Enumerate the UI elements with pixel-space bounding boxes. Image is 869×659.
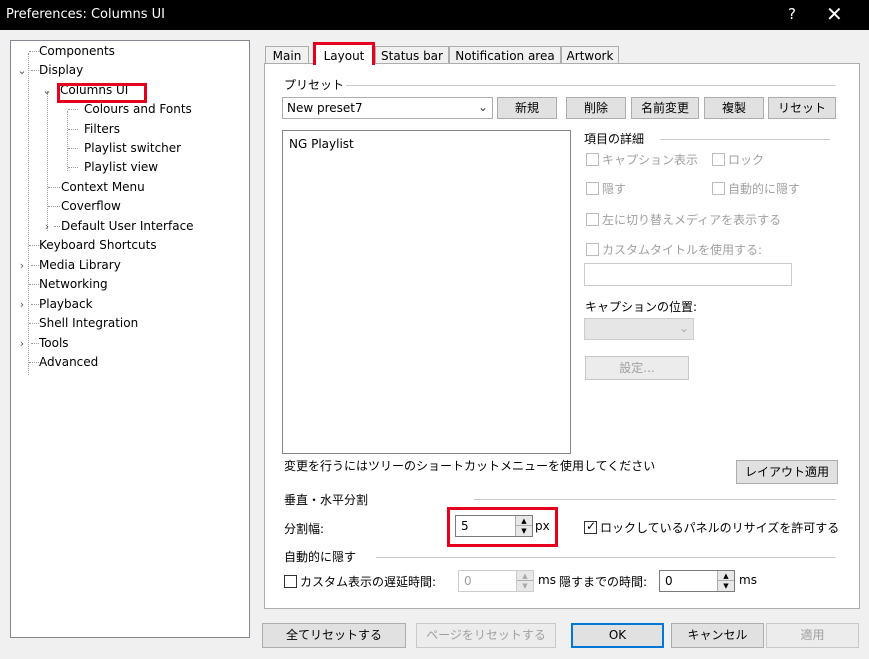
show-toggle-left-checkbox[interactable] bbox=[586, 213, 599, 226]
ok-button[interactable]: OK bbox=[571, 623, 664, 648]
list-item[interactable]: NG Playlist bbox=[289, 137, 354, 151]
close-button[interactable]: ✕ bbox=[826, 2, 843, 26]
show-toggle-left-label: 左に切り替えメディアを表示する bbox=[602, 213, 782, 227]
tree-item-label: Default User Interface bbox=[61, 219, 194, 233]
tree-item-label: Playback bbox=[39, 297, 93, 311]
hide-checkbox[interactable] bbox=[586, 182, 599, 195]
chevron-down-icon[interactable]: ⌄ bbox=[42, 81, 52, 100]
cancel-button[interactable]: キャンセル bbox=[671, 623, 764, 648]
tree-item-label: Media Library bbox=[39, 258, 121, 272]
use-custom-title-checkbox[interactable] bbox=[586, 243, 599, 256]
custom-delay-value: 0 bbox=[464, 574, 472, 588]
preferences-tree[interactable]: Components ⌄ Display ⌄ Columns UI Colour… bbox=[10, 40, 250, 638]
new-preset-button[interactable]: 新規 bbox=[497, 97, 557, 119]
reset-preset-button[interactable]: リセット bbox=[768, 97, 836, 119]
tree-item-label: Advanced bbox=[39, 355, 99, 369]
show-caption-checkbox[interactable] bbox=[586, 153, 599, 166]
auto-hide-label: 自動的に隠す bbox=[728, 182, 801, 196]
hide-label: 隠す bbox=[602, 182, 627, 196]
splitter-width-input[interactable]: 5 ▲ ▼ bbox=[455, 515, 533, 537]
allow-resize-locked-checkbox[interactable]: ✓ bbox=[584, 519, 597, 534]
chevron-down-icon: ⌄ bbox=[477, 100, 488, 114]
allow-resize-locked-label: ロックしているパネルのリサイズを許可する bbox=[600, 521, 840, 535]
spin-up-icon[interactable]: ▲ bbox=[718, 571, 734, 581]
splitter-group-label: 垂直・水平分割 bbox=[284, 493, 369, 507]
title-bar: Preferences: Columns UI ? ✕ bbox=[0, 0, 869, 30]
delete-preset-button[interactable]: 削除 bbox=[566, 97, 626, 119]
copy-preset-button[interactable]: 複製 bbox=[704, 97, 764, 119]
tree-item-label: Tools bbox=[39, 336, 69, 350]
tree-item-label: Playlist view bbox=[84, 160, 159, 174]
use-custom-title-label: カスタムタイトルを使用する: bbox=[602, 243, 763, 257]
tree-item-label: Filters bbox=[84, 122, 120, 136]
custom-delay-input[interactable]: 0 ▲ ▼ bbox=[458, 570, 534, 592]
caption-position-select[interactable]: ⌄ bbox=[584, 318, 694, 340]
hide-time-value: 0 bbox=[665, 574, 673, 588]
lock-label: ロック bbox=[728, 153, 765, 167]
spin-down-icon[interactable]: ▼ bbox=[517, 581, 533, 591]
tab-layout[interactable]: Layout bbox=[313, 42, 375, 65]
hide-time-input[interactable]: 0 ▲ ▼ bbox=[659, 570, 735, 592]
apply-layout-button[interactable]: レイアウト適用 bbox=[736, 460, 838, 484]
tree-item-label: Context Menu bbox=[61, 180, 145, 194]
tree-item-label: Colours and Fonts bbox=[84, 102, 192, 116]
tree-item-label: Keyboard Shortcuts bbox=[39, 238, 157, 252]
tree-item-label: Shell Integration bbox=[39, 316, 139, 330]
caption-position-label: キャプションの位置: bbox=[585, 300, 698, 314]
splitter-width-label: 分割幅: bbox=[284, 522, 325, 536]
splitter-width-value: 5 bbox=[461, 519, 469, 533]
px-unit-label: px bbox=[535, 519, 550, 533]
chevron-right-icon[interactable]: › bbox=[17, 256, 27, 275]
splitter-width-spinner[interactable]: ▲ ▼ bbox=[515, 516, 532, 536]
tree-item-label: Display bbox=[39, 63, 84, 77]
help-button[interactable]: ? bbox=[788, 5, 796, 23]
custom-title-input[interactable] bbox=[584, 263, 792, 286]
chevron-down-icon[interactable]: ⌄ bbox=[17, 61, 27, 80]
preset-select[interactable]: New preset7 ⌄ bbox=[282, 97, 493, 119]
show-caption-label: キャプション表示 bbox=[602, 153, 699, 167]
ms-unit-label-2: ms bbox=[739, 573, 757, 587]
chevron-right-icon[interactable]: › bbox=[42, 217, 52, 236]
checkmark-icon: ✓ bbox=[586, 519, 597, 533]
settings-button[interactable]: 設定... bbox=[585, 356, 689, 380]
reset-all-button[interactable]: 全てリセットする bbox=[262, 623, 406, 648]
hide-time-spinner[interactable]: ▲ ▼ bbox=[717, 571, 734, 591]
lock-checkbox[interactable] bbox=[712, 153, 725, 166]
tree-item-label: Components bbox=[39, 44, 115, 58]
layout-tree-list[interactable]: NG Playlist bbox=[282, 130, 571, 454]
chevron-down-icon: ⌄ bbox=[678, 321, 689, 335]
preset-group-label: プリセット bbox=[284, 78, 345, 92]
rename-preset-button[interactable]: 名前変更 bbox=[631, 97, 699, 119]
ms-unit-label: ms bbox=[538, 573, 556, 587]
chevron-right-icon[interactable]: › bbox=[17, 295, 27, 314]
custom-delay-label: カスタム表示の遅延時間: bbox=[300, 575, 437, 589]
layout-hint-text: 変更を行うにはツリーのショートカットメニューを使用してください bbox=[284, 459, 656, 473]
hide-time-label: 隠すまでの時間: bbox=[559, 575, 648, 589]
apply-button[interactable]: 適用 bbox=[766, 623, 859, 648]
spin-up-icon[interactable]: ▲ bbox=[517, 571, 533, 581]
window-title: Preferences: Columns UI bbox=[6, 7, 166, 22]
auto-hide-checkbox[interactable] bbox=[712, 182, 725, 195]
preset-select-value: New preset7 bbox=[287, 101, 363, 115]
chevron-right-icon[interactable]: › bbox=[17, 334, 27, 353]
spin-down-icon[interactable]: ▼ bbox=[718, 581, 734, 591]
item-details-group-label: 項目の詳細 bbox=[584, 132, 645, 146]
autohide-group-label: 自動的に隠す bbox=[284, 550, 357, 564]
spin-down-icon[interactable]: ▼ bbox=[516, 526, 532, 536]
spin-up-icon[interactable]: ▲ bbox=[516, 516, 532, 526]
tree-item-label: Playlist switcher bbox=[84, 141, 182, 155]
reset-page-button[interactable]: ページをリセットする bbox=[416, 623, 556, 648]
tree-item-label: Networking bbox=[39, 277, 108, 291]
tree-item-label: Coverflow bbox=[61, 199, 121, 213]
custom-delay-spinner[interactable]: ▲ ▼ bbox=[516, 571, 533, 591]
custom-delay-checkbox[interactable] bbox=[284, 575, 297, 588]
